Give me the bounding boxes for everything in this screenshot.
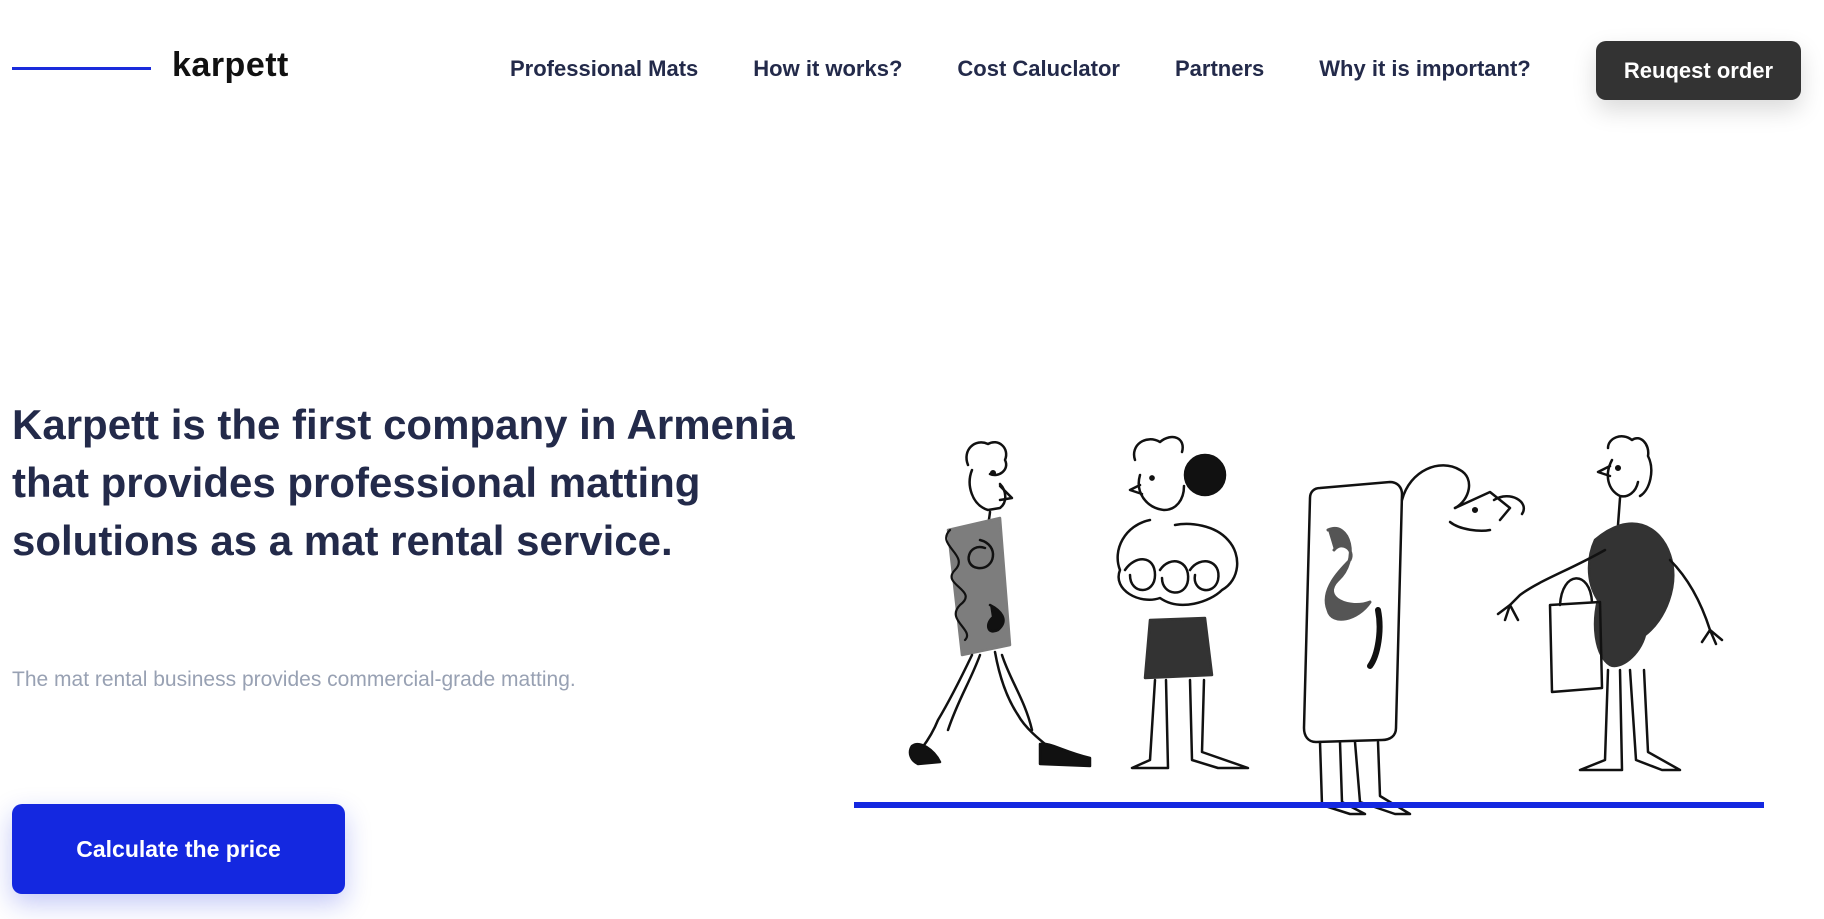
figure-walking-person bbox=[908, 441, 1092, 768]
nav-item-professional-mats[interactable]: Professional Mats bbox=[510, 56, 698, 82]
figure-headphones-person bbox=[1116, 435, 1250, 770]
brand-logo[interactable]: karpett bbox=[172, 46, 289, 85]
request-order-button[interactable]: Reuqest order bbox=[1596, 41, 1801, 100]
main-nav: Professional Mats How it works? Cost Cal… bbox=[510, 56, 1531, 82]
nav-item-partners[interactable]: Partners bbox=[1175, 56, 1264, 82]
calculate-price-button[interactable]: Calculate the price bbox=[12, 804, 345, 894]
floor-mat-line bbox=[854, 802, 1764, 808]
hero-subtitle: The mat rental business provides commerc… bbox=[12, 668, 576, 691]
hero-title: Karpett is the first company in Armenia … bbox=[12, 401, 795, 564]
nav-item-cost-calculator[interactable]: Cost Caluclator bbox=[957, 56, 1120, 82]
logo-line bbox=[12, 67, 151, 70]
nav-item-why-important[interactable]: Why it is important? bbox=[1319, 56, 1530, 82]
figure-bag-person bbox=[1496, 435, 1724, 772]
nav-item-how-it-works[interactable]: How it works? bbox=[753, 56, 902, 82]
people-walking-on-mat-illustration bbox=[854, 435, 1764, 816]
figure-mirror-person bbox=[1302, 464, 1525, 816]
